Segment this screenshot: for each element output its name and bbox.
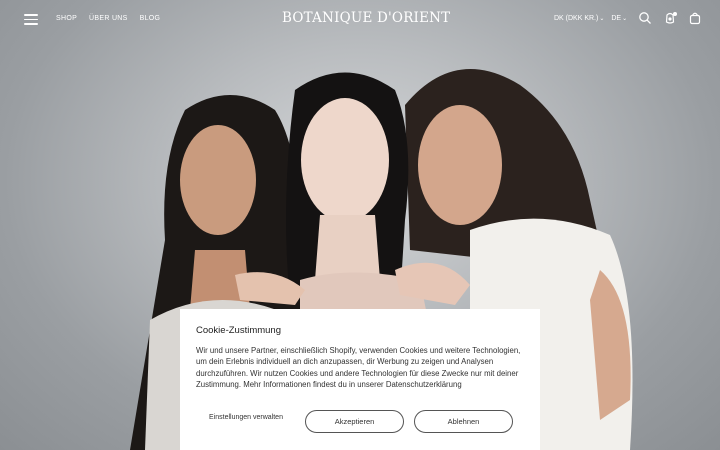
cookie-actions: Einstellungen verwalten Akzeptieren Able… bbox=[196, 410, 524, 434]
brand-logo[interactable]: BOTANIQUE D'ORIENT bbox=[282, 10, 450, 26]
accept-button[interactable]: Akzeptieren bbox=[305, 410, 404, 433]
currency-label: DK (DKK KR.) bbox=[554, 15, 599, 22]
language-label: DE bbox=[611, 15, 622, 22]
site-header: SHOP ÜBER UNS BLOG BOTANIQUE D'ORIENT DK… bbox=[0, 0, 720, 40]
decline-button[interactable]: Ablehnen bbox=[414, 410, 513, 433]
nav-shop[interactable]: SHOP bbox=[56, 15, 77, 22]
header-icons bbox=[638, 11, 702, 25]
cookie-consent-dialog: Cookie-Zustimmung Wir und unsere Partner… bbox=[180, 309, 540, 450]
nav-blog[interactable]: BLOG bbox=[140, 15, 161, 22]
locale-selectors: DK (DKK KR.)⌄ DE⌄ bbox=[554, 15, 627, 22]
nav-about[interactable]: ÜBER UNS bbox=[89, 15, 128, 22]
chevron-down-icon: ⌄ bbox=[599, 16, 605, 22]
notification-dot bbox=[673, 12, 677, 16]
manage-settings-button[interactable]: Einstellungen verwalten bbox=[196, 414, 296, 422]
language-select[interactable]: DE⌄ bbox=[611, 15, 627, 22]
shopping-bag-icon[interactable] bbox=[688, 11, 702, 25]
hamburger-menu-icon[interactable] bbox=[24, 14, 38, 25]
cookie-title: Cookie-Zustimmung bbox=[196, 325, 281, 336]
search-icon[interactable] bbox=[638, 11, 652, 25]
chevron-down-icon: ⌄ bbox=[622, 16, 628, 22]
main-nav: SHOP ÜBER UNS BLOG bbox=[56, 15, 160, 22]
currency-select[interactable]: DK (DKK KR.)⌄ bbox=[554, 15, 604, 22]
cookie-description: Wir und unsere Partner, einschließlich S… bbox=[196, 346, 521, 390]
